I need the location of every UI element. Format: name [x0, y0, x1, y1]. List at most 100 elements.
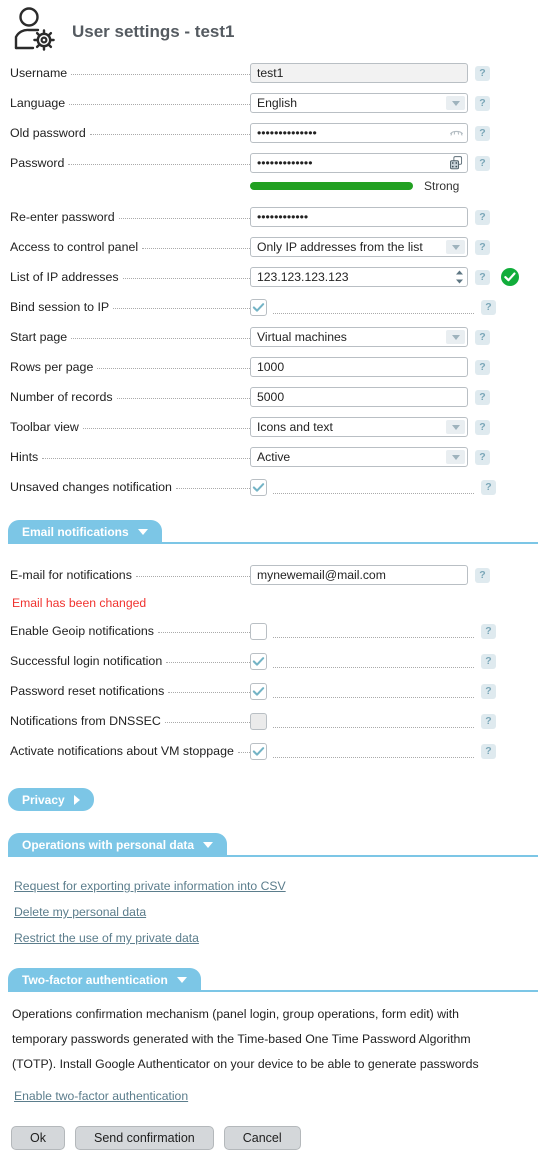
help-icon-toolbar-view[interactable]: ? — [475, 419, 490, 435]
control-toolbar-view: Icons and text ? — [250, 417, 490, 437]
reenter-password-input[interactable] — [250, 207, 468, 227]
help-icon-password[interactable]: ? — [475, 155, 490, 171]
chevron-down-icon — [203, 841, 214, 848]
email-notifications-body: E-mail for notifications ? Email has bee… — [0, 560, 538, 766]
label-text: Access to control panel — [10, 240, 139, 254]
dot-leader — [273, 696, 474, 698]
help-icon-reenter-password[interactable]: ? — [475, 209, 490, 225]
dot-leader — [116, 398, 250, 399]
delete-my-personal-data-link[interactable]: Delete my personal data — [14, 905, 146, 919]
export-private-info-csv-link[interactable]: Request for exporting private informatio… — [14, 879, 286, 893]
stepper-updown-icon[interactable] — [455, 270, 464, 285]
help-icon-bind-session-ip[interactable]: ? — [481, 299, 496, 315]
bind-session-ip-checkbox[interactable] — [250, 298, 267, 316]
help-icon-unsaved-changes[interactable]: ? — [481, 479, 496, 495]
help-icon-ip-list[interactable]: ? — [475, 269, 490, 285]
password-reset-notifications-checkbox[interactable] — [250, 682, 267, 700]
send-confirmation-button[interactable]: Send confirmation — [74, 1126, 214, 1150]
dot-leader — [273, 666, 474, 668]
ip-list-wrap — [250, 267, 468, 287]
chevron-right-icon — [73, 794, 80, 805]
password-strength-bar — [250, 182, 413, 190]
hints-select[interactable]: Active — [250, 447, 468, 467]
vm-stoppage-notifications-checkbox[interactable] — [250, 742, 267, 760]
control-email-for-notifications: ? — [250, 565, 490, 585]
enable-geoip-checkbox[interactable] — [250, 622, 267, 640]
label-text: Number of records — [10, 390, 113, 404]
label-text: Hints — [10, 450, 39, 464]
help-icon-start-page[interactable]: ? — [475, 329, 490, 345]
old-password-input[interactable] — [250, 123, 468, 143]
chevron-down-icon[interactable] — [446, 330, 465, 344]
label-text: Password — [10, 156, 65, 170]
link-row-export-csv: Request for exporting private informatio… — [0, 875, 538, 897]
rows-per-page-input[interactable] — [250, 357, 468, 377]
dot-leader — [273, 492, 474, 494]
section-personal-data-header: Operations with personal data — [0, 833, 538, 857]
access-control-panel-value: Only IP addresses from the list — [257, 240, 423, 254]
control-password-reset-notifications: ? — [250, 682, 496, 700]
dot-leader — [122, 278, 250, 279]
email-for-notifications-input[interactable] — [250, 565, 468, 585]
help-icon-email-for-notifications[interactable]: ? — [475, 567, 490, 583]
section-tab-email-notifications[interactable]: Email notifications — [8, 520, 162, 543]
unsaved-changes-checkbox[interactable] — [250, 478, 267, 496]
help-icon-rows-per-page[interactable]: ? — [475, 359, 490, 375]
hints-value: Active — [257, 450, 291, 464]
access-control-panel-select[interactable]: Only IP addresses from the list — [250, 237, 468, 257]
username-input[interactable] — [250, 63, 468, 83]
row-dnssec-notifications: Notifications from DNSSEC ? — [0, 706, 538, 736]
row-vm-stoppage-notifications: Activate notifications about VM stoppage… — [0, 736, 538, 766]
password-input[interactable] — [250, 153, 468, 173]
twofa-description: Operations confirmation mechanism (panel… — [0, 1002, 538, 1077]
label-text: E-mail for notifications — [10, 568, 132, 582]
personal-data-body: Request for exporting private informatio… — [0, 875, 538, 949]
ip-list-input[interactable] — [250, 267, 468, 287]
help-icon-hints[interactable]: ? — [475, 449, 490, 465]
section-tab-personal-data[interactable]: Operations with personal data — [8, 833, 228, 856]
successful-login-checkbox[interactable] — [250, 652, 267, 670]
help-icon-access-control-panel[interactable]: ? — [475, 239, 490, 255]
help-icon-number-of-records[interactable]: ? — [475, 389, 490, 405]
help-icon-enable-geoip[interactable]: ? — [481, 623, 496, 639]
dice-icon[interactable] — [449, 156, 464, 171]
help-icon-old-password[interactable]: ? — [475, 125, 490, 141]
chevron-down-icon[interactable] — [446, 96, 465, 110]
number-of-records-input[interactable] — [250, 387, 468, 407]
label-password-reset-notifications: Password reset notifications — [10, 684, 250, 698]
help-icon-successful-login[interactable]: ? — [481, 653, 496, 669]
restrict-use-private-data-link[interactable]: Restrict the use of my private data — [14, 931, 199, 945]
language-select[interactable]: English — [250, 93, 468, 113]
password-strength: Strong — [0, 178, 538, 194]
label-username: Username — [10, 66, 250, 80]
twofa-description-line-2: temporary passwords generated with the T… — [12, 1032, 471, 1046]
row-rows-per-page: Rows per page ? — [0, 352, 538, 382]
label-text: Enable Geoip notifications — [10, 624, 154, 638]
help-icon-dnssec-notifications[interactable]: ? — [481, 713, 496, 729]
start-page-select[interactable]: Virtual machines — [250, 327, 468, 347]
ok-button[interactable]: Ok — [11, 1126, 65, 1150]
cancel-button[interactable]: Cancel — [223, 1126, 301, 1150]
eye-icon[interactable] — [449, 126, 464, 141]
label-reenter-password: Re-enter password — [10, 210, 250, 224]
help-icon-password-reset-notifications[interactable]: ? — [481, 683, 496, 699]
control-vm-stoppage-notifications: ? — [250, 742, 496, 760]
control-bind-session-ip: ? — [250, 298, 496, 316]
chevron-down-icon[interactable] — [446, 420, 465, 434]
control-start-page: Virtual machines ? — [250, 327, 490, 347]
label-text: Old password — [10, 126, 86, 140]
dot-leader — [89, 134, 250, 135]
enable-two-factor-authentication-link[interactable]: Enable two-factor authentication — [14, 1089, 188, 1103]
chevron-down-icon[interactable] — [446, 450, 465, 464]
help-icon-vm-stoppage-notifications[interactable]: ? — [481, 743, 496, 759]
chevron-down-icon[interactable] — [446, 240, 465, 254]
help-icon-username[interactable]: ? — [475, 65, 490, 81]
control-reenter-password: ? — [250, 207, 490, 227]
section-tab-privacy[interactable]: Privacy — [8, 788, 94, 811]
toolbar-view-select[interactable]: Icons and text — [250, 417, 468, 437]
help-icon-language[interactable]: ? — [475, 95, 490, 111]
label-rows-per-page: Rows per page — [10, 360, 250, 374]
control-hints: Active ? — [250, 447, 490, 467]
section-tab-two-factor-authentication[interactable]: Two-factor authentication — [8, 968, 201, 991]
label-old-password: Old password — [10, 126, 250, 140]
